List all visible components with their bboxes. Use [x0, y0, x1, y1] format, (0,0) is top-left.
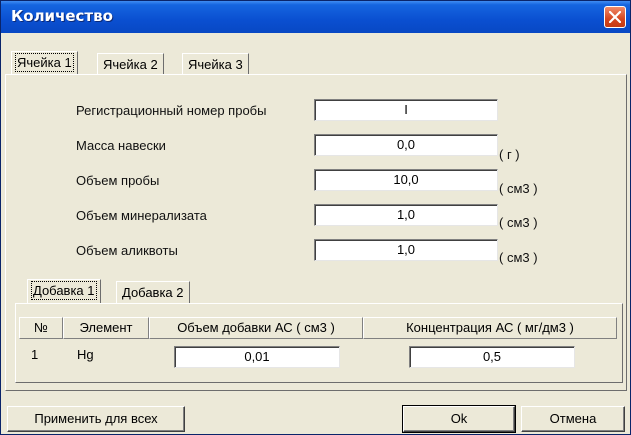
element-cell: Hg [77, 347, 94, 362]
apply-all-button[interactable]: Применить для всех [7, 406, 185, 432]
tab-cell-3[interactable]: Ячейка 3 [182, 53, 249, 75]
column-header-element: Элемент [63, 317, 149, 339]
aliquot-volume-input[interactable]: 1,0 [314, 239, 498, 261]
tab-label: Ячейка 3 [188, 57, 243, 72]
close-button[interactable] [604, 6, 626, 28]
close-icon [609, 11, 621, 23]
mineralizate-volume-input[interactable]: 1,0 [314, 204, 498, 226]
cancel-button[interactable]: Отмена [521, 406, 625, 432]
unit-label: ( см3 ) [499, 250, 538, 265]
tab-label: Ячейка 2 [103, 57, 158, 72]
ok-button[interactable]: Ok [402, 405, 516, 433]
title-bar[interactable]: Количество [1, 1, 630, 33]
tab-label: Добавка 2 [122, 285, 184, 300]
registration-number-input[interactable]: I [314, 99, 498, 121]
tab-label: Ячейка 1 [15, 53, 74, 72]
unit-label: ( см3 ) [499, 215, 538, 230]
column-header-number: № [19, 317, 63, 339]
field-label-sample-volume: Объем пробы [76, 173, 160, 188]
column-header-additive-volume: Объем добавки АС ( см3 ) [149, 317, 363, 339]
additive-volume-input[interactable]: 0,01 [174, 346, 340, 368]
tab-label: Добавка 1 [31, 281, 97, 300]
unit-label: ( г ) [499, 147, 520, 162]
tab-cell-2[interactable]: Ячейка 2 [97, 53, 164, 75]
concentration-input[interactable]: 0,5 [409, 346, 575, 368]
sample-volume-input[interactable]: 10,0 [314, 169, 498, 191]
window-title: Количество [11, 7, 113, 25]
column-header-concentration: Концентрация АС ( мг/дм3 ) [363, 317, 617, 339]
tab-cell-1[interactable]: Ячейка 1 [11, 51, 78, 75]
row-number: 1 [31, 347, 39, 362]
unit-label: ( см3 ) [499, 181, 538, 196]
field-label-mineralizate-volume: Объем минерализата [76, 208, 207, 223]
quantity-dialog: Количество Ячейка 1 Ячейка 2 Ячейка 3 Ре… [0, 0, 631, 435]
sample-mass-input[interactable]: 0,0 [314, 134, 498, 156]
field-label-registration-number: Регистрационный номер пробы [76, 103, 267, 118]
field-label-sample-mass: Масса навески [76, 138, 166, 153]
tab-additive-2[interactable]: Добавка 2 [116, 281, 190, 303]
field-label-aliquot-volume: Объем аликвоты [76, 243, 178, 258]
tab-additive-1[interactable]: Добавка 1 [27, 279, 101, 303]
